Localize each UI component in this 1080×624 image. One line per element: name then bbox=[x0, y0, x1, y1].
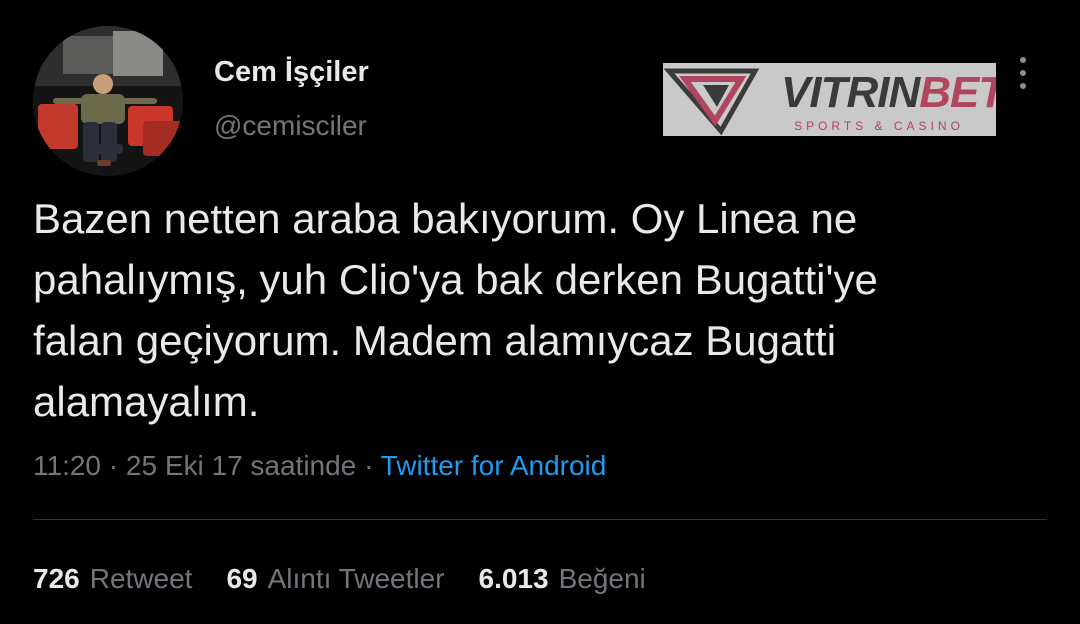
likes-label: Beğeni bbox=[558, 563, 646, 594]
watermark-tagline: SPORTS & CASINO bbox=[794, 119, 964, 133]
retweets-count: 726 bbox=[33, 563, 80, 594]
more-vertical-icon-dot bbox=[1020, 70, 1026, 76]
tweet-text-line: falan geçiyorum. Madem alamıycaz Bugatti bbox=[33, 317, 837, 364]
avatar[interactable] bbox=[33, 26, 183, 176]
watermark-brand-part1: VITRIN bbox=[781, 68, 920, 117]
divider bbox=[33, 519, 1047, 520]
tweet-meta: 11:20 · 25 Eki 17 saatinde · Twitter for… bbox=[33, 450, 606, 482]
tweet-stats: 726 Retweet 69 Alıntı Tweetler 6.013 Beğeni bbox=[33, 563, 646, 595]
tweet-text-line: pahalıymış, yuh Clio'ya bak derken Bugat… bbox=[33, 256, 878, 303]
likes-stat[interactable]: 6.013 Beğeni bbox=[479, 563, 646, 595]
quote-tweets-label: Alıntı Tweetler bbox=[267, 563, 445, 594]
likes-count: 6.013 bbox=[478, 563, 549, 594]
meta-separator: · bbox=[364, 450, 374, 481]
user-handle[interactable]: @cemisciler bbox=[214, 110, 367, 142]
watermark-triangle-icon bbox=[663, 68, 760, 136]
retweets-stat[interactable]: 726 Retweet bbox=[33, 563, 192, 595]
watermark-brand: VITRINBET bbox=[781, 71, 996, 115]
more-vertical-icon bbox=[1020, 57, 1026, 63]
quote-tweets-count: 69 bbox=[226, 563, 258, 594]
tweet-time[interactable]: 11:20 bbox=[33, 450, 101, 481]
avatar-photo bbox=[33, 26, 183, 176]
tweet-source-link[interactable]: Twitter for Android bbox=[381, 450, 607, 481]
retweets-label: Retweet bbox=[89, 563, 193, 594]
tweet-date[interactable]: 25 Eki 17 saatinde bbox=[126, 450, 356, 481]
watermark-brand-part2: BET bbox=[919, 68, 996, 117]
watermark-logo: VITRINBET SPORTS & CASINO bbox=[663, 63, 996, 136]
tweet-text-line: Bazen netten araba bakıyorum. Oy Linea n… bbox=[33, 195, 858, 242]
meta-separator: · bbox=[108, 450, 119, 481]
tweet-text-line: alamayalım. bbox=[33, 378, 260, 425]
quote-tweets-stat[interactable]: 69 Alıntı Tweetler bbox=[226, 563, 444, 595]
tweet-text: Bazen netten araba bakıyorum. Oy Linea n… bbox=[33, 188, 1043, 432]
tweet-detail: Cem İşçiler @cemisciler VITRINBET SPORTS… bbox=[0, 0, 1080, 624]
more-options-button[interactable] bbox=[1008, 50, 1038, 96]
user-display-name[interactable]: Cem İşçiler bbox=[214, 56, 369, 89]
more-vertical-icon-dot bbox=[1020, 83, 1026, 89]
